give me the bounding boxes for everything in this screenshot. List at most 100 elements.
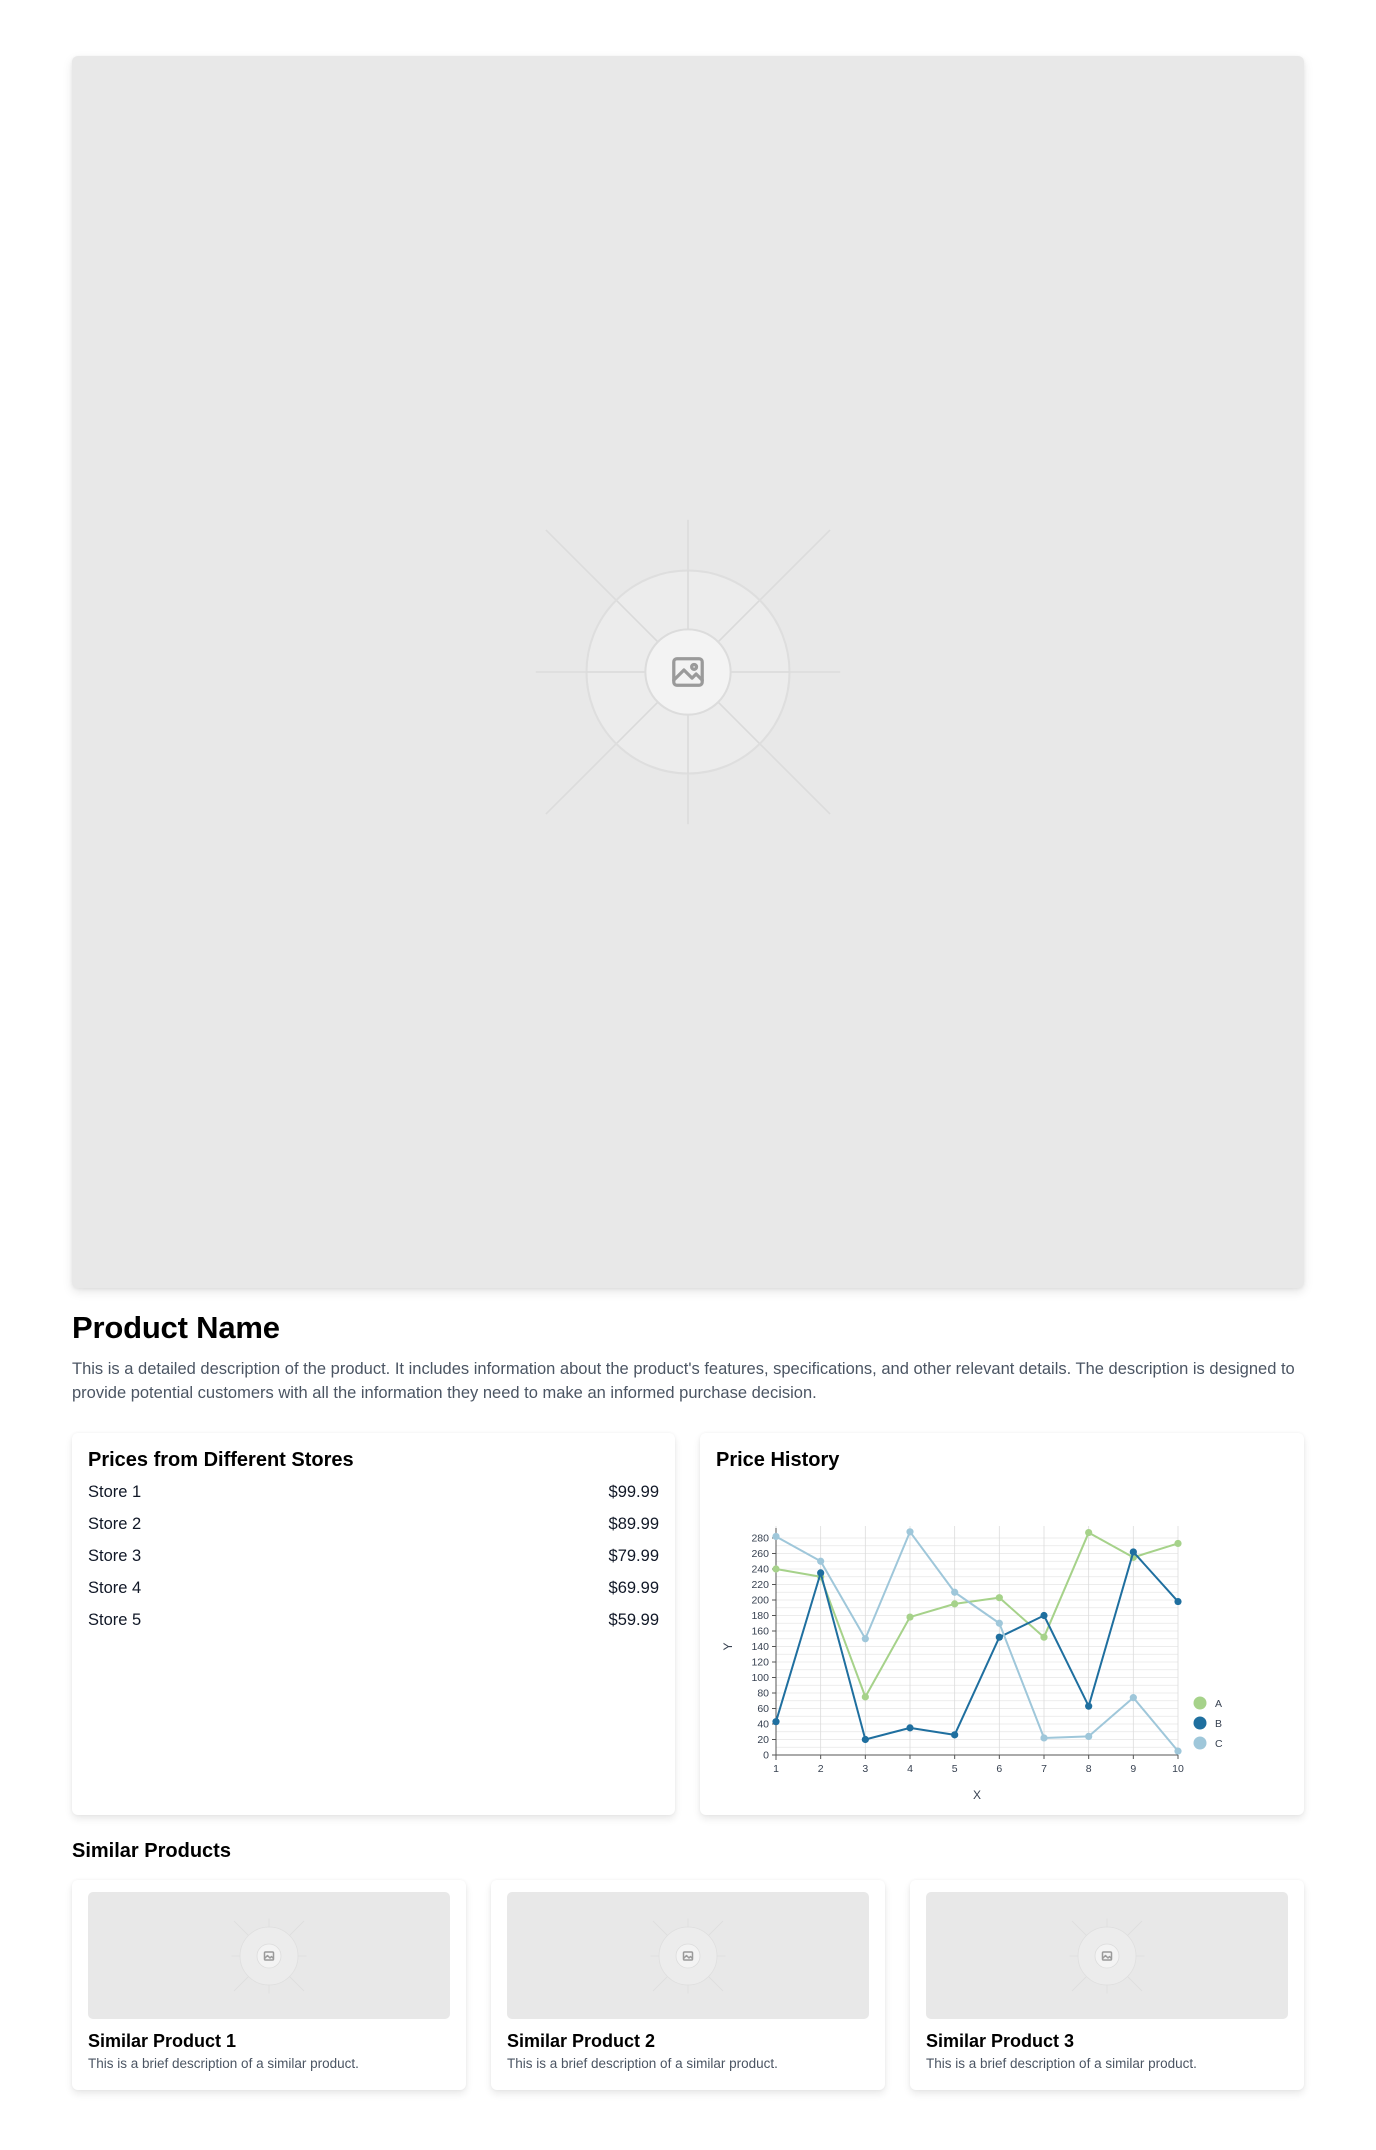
- legend-marker: [1193, 1736, 1207, 1750]
- store-name: Store 3: [88, 1547, 142, 1565]
- data-point: [772, 1565, 780, 1573]
- data-point: [772, 1718, 780, 1726]
- store-name: Store 1: [88, 1483, 142, 1501]
- data-point: [1174, 1597, 1182, 1606]
- legend-label: C: [1215, 1738, 1223, 1750]
- store-price: $99.99: [608, 1483, 659, 1501]
- y-tick-label: 160: [751, 1626, 769, 1638]
- x-axis-label: X: [973, 1788, 981, 1802]
- store-name: Store 5: [88, 1611, 142, 1629]
- x-tick-label: 1: [773, 1763, 779, 1775]
- data-point: [1040, 1633, 1048, 1641]
- similar-product-card[interactable]: Similar Product 3 This is a brief descri…: [910, 1880, 1304, 2090]
- store-price: $79.99: [608, 1547, 659, 1565]
- x-tick-label: 10: [1172, 1763, 1184, 1775]
- data-point: [951, 1588, 959, 1596]
- y-tick-label: 180: [751, 1610, 769, 1622]
- data-point: [1040, 1734, 1048, 1742]
- data-point: [995, 1619, 1003, 1627]
- product-image: [72, 56, 1304, 1288]
- product-title: Product Name: [72, 1310, 280, 1345]
- similar-product-description: This is a brief description of a similar…: [926, 2056, 1197, 2071]
- data-point: [995, 1633, 1003, 1641]
- data-point: [906, 1528, 914, 1536]
- y-tick-label: 220: [751, 1579, 769, 1591]
- y-tick-label: 240: [751, 1564, 769, 1576]
- price-row: Store 4 $69.99: [88, 1579, 659, 1611]
- store-name: Store 2: [88, 1515, 142, 1533]
- price-row: Store 3 $79.99: [88, 1547, 659, 1579]
- similar-product-card[interactable]: Similar Product 2 This is a brief descri…: [491, 1880, 885, 2090]
- price-row: Store 1 $99.99: [88, 1483, 659, 1515]
- data-point: [1085, 1702, 1093, 1710]
- product-description: This is a detailed description of the pr…: [72, 1360, 1295, 1402]
- data-point: [861, 1635, 869, 1643]
- x-tick-label: 6: [996, 1763, 1002, 1775]
- data-point: [951, 1600, 959, 1608]
- price-history-card: 0 20 40 60 80 100 120 140 160 180 200 220 240 260 280 1…: [700, 1433, 1304, 1815]
- similar-products-title: Similar Products: [72, 1840, 231, 1862]
- x-tick-label: 8: [1086, 1763, 1092, 1775]
- legend-label: B: [1215, 1718, 1222, 1730]
- store-name: Store 4: [88, 1579, 142, 1597]
- y-tick-label: 200: [751, 1595, 769, 1607]
- prices-title: Prices from Different Stores: [88, 1449, 354, 1471]
- prices-card: Prices from Different Stores Store 1 $99…: [72, 1433, 675, 1815]
- y-tick-label: 120: [751, 1657, 769, 1669]
- image-placeholder-icon: [219, 1906, 319, 2006]
- data-point: [1174, 1539, 1182, 1548]
- y-axis-label: Y: [721, 1642, 735, 1650]
- similar-product-card[interactable]: Similar Product 1 This is a brief descri…: [72, 1880, 466, 2090]
- data-point: [1085, 1528, 1093, 1537]
- price-row: Store 5 $59.99: [88, 1611, 659, 1643]
- price-row: Store 2 $89.99: [88, 1515, 659, 1547]
- store-price: $69.99: [608, 1579, 659, 1597]
- data-point: [772, 1532, 780, 1541]
- similar-product-image: [507, 1892, 869, 2019]
- similar-product-description: This is a brief description of a similar…: [507, 2056, 778, 2071]
- x-tick-label: 9: [1130, 1763, 1136, 1775]
- data-point: [1085, 1732, 1093, 1740]
- series-line: [775, 1530, 1179, 1752]
- y-tick-label: 0: [763, 1750, 769, 1762]
- similar-product-image: [88, 1892, 450, 2019]
- x-tick-label: 2: [818, 1763, 824, 1775]
- data-point: [951, 1731, 959, 1739]
- similar-product-name[interactable]: Similar Product 1: [88, 2031, 450, 2052]
- similar-product-name[interactable]: Similar Product 2: [507, 2031, 869, 2052]
- price-list: Store 1 $99.99 Store 2 $89.99 Store 3 $7…: [88, 1483, 659, 1643]
- data-point: [1129, 1548, 1137, 1556]
- price-history-title: Price History: [716, 1449, 840, 1471]
- data-point: [861, 1735, 869, 1744]
- y-tick-label: 100: [751, 1672, 769, 1684]
- data-point: [861, 1693, 869, 1701]
- similar-product-image: [926, 1892, 1288, 2019]
- y-tick-label: 260: [751, 1548, 769, 1560]
- x-tick-label: 4: [907, 1763, 913, 1775]
- similar-product-description: This is a brief description of a similar…: [88, 2056, 359, 2071]
- data-point: [1129, 1694, 1137, 1702]
- y-tick-label: 40: [757, 1719, 769, 1731]
- data-point: [1040, 1611, 1048, 1620]
- similar-product-name[interactable]: Similar Product 3: [926, 2031, 1288, 2052]
- price-history-chart: 0 20 40 60 80 100 120 140 160 180 200 220 240 260 280 1…: [721, 1526, 1223, 1802]
- image-placeholder-icon: [485, 469, 891, 875]
- legend-marker: [1193, 1696, 1207, 1710]
- y-tick-label: 60: [757, 1703, 769, 1715]
- legend-label: A: [1215, 1698, 1222, 1710]
- series-line: [775, 1531, 1179, 1698]
- y-tick-label: 280: [751, 1533, 769, 1545]
- data-point: [817, 1557, 825, 1565]
- data-point: [1174, 1747, 1182, 1755]
- y-tick-label: 140: [751, 1641, 769, 1653]
- image-placeholder-icon: [638, 1906, 738, 2006]
- x-tick-label: 7: [1041, 1763, 1047, 1775]
- y-tick-label: 20: [757, 1734, 769, 1746]
- data-point: [817, 1569, 825, 1577]
- y-tick-label: 80: [757, 1688, 769, 1700]
- legend-marker: [1193, 1716, 1207, 1730]
- image-placeholder-icon: [1057, 1906, 1157, 2006]
- x-tick-label: 5: [952, 1763, 958, 1775]
- x-tick-label: 3: [862, 1763, 868, 1775]
- store-price: $59.99: [608, 1611, 659, 1629]
